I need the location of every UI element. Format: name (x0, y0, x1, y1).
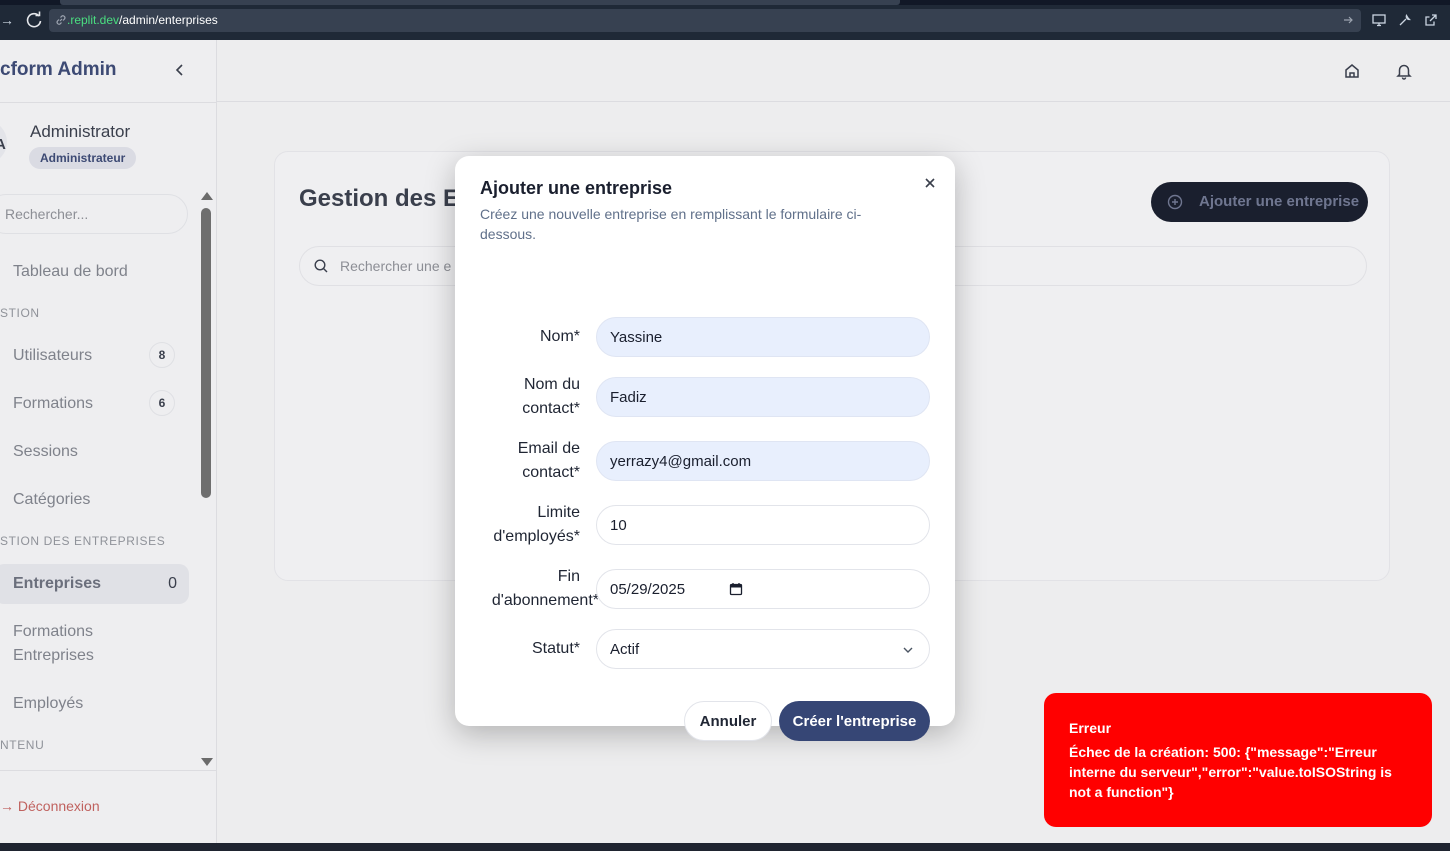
open-external-icon[interactable] (1423, 12, 1439, 28)
contact-email-value: yerrazy4@gmail.com (610, 453, 752, 470)
logout-arrow-icon: → (0, 798, 18, 814)
sidebar-item-sessions[interactable]: Sessions (13, 442, 78, 462)
contact-name-field[interactable]: Fadiz (596, 377, 930, 417)
contact-email-label-line2: contact* (522, 464, 580, 481)
cancel-button[interactable]: Annuler (684, 701, 772, 741)
sidebar-search-input[interactable] (5, 195, 175, 233)
url-text: .replit.dev/admin/enterprises (67, 13, 218, 28)
add-enterprise-dialog: Ajouter une entreprise Créez une nouvell… (455, 156, 955, 741)
employee-limit-label-line1: Limite (537, 504, 580, 521)
status-value: Actif (610, 641, 640, 658)
collapse-sidebar-icon[interactable] (172, 62, 188, 78)
close-icon[interactable] (921, 174, 939, 192)
user-role-badge: Administrateur (29, 147, 137, 169)
sidebar-item-entreprises[interactable]: Entreprises 0 (0, 564, 189, 604)
employee-limit-field[interactable]: 10 (596, 505, 930, 545)
chevron-down-icon (903, 647, 913, 653)
nom-label: Nom* (539, 328, 580, 345)
subscription-end-label: Fin d'abonnement* (455, 565, 599, 613)
reload-icon[interactable] (24, 10, 44, 30)
logout-label: Déconnexion (17, 798, 100, 814)
status-label: Statut* (531, 640, 580, 657)
employee-limit-label-line2: d'employés* (493, 528, 580, 545)
contact-email-label: Email de contact* (455, 437, 580, 485)
subscription-end-label-line2: d'abonnement* (491, 592, 599, 609)
sidebar: cform Admin A Administrator Administrate… (0, 40, 217, 843)
scroll-down-arrow-icon[interactable] (201, 758, 213, 766)
address-bar[interactable]: .replit.dev/admin/enterprises (49, 9, 1361, 32)
sidebar-section-entreprises: STION DES ENTREPRISES (0, 534, 166, 548)
nom-field[interactable]: Yassine (596, 317, 930, 357)
logout-link[interactable]: → Déconnexion (0, 798, 100, 814)
url-domain: .replit.dev (67, 13, 120, 27)
contact-name-label: Nom du contact* (455, 373, 580, 421)
plus-circle-icon (1167, 194, 1183, 210)
sidebar-item-users[interactable]: Utilisateurs (13, 346, 92, 366)
svg-text:A: A (0, 136, 6, 153)
sidebar-item-dashboard[interactable]: Tableau de bord (13, 262, 128, 282)
dialog-title: Ajouter une entreprise (480, 178, 673, 198)
sidebar-item-formations[interactable]: Formations (13, 394, 93, 414)
employee-limit-label: Limite d'employés* (455, 501, 580, 549)
add-enterprise-label: Ajouter une entreprise (1199, 193, 1360, 210)
active-tab[interactable] (60, 0, 900, 5)
topbar (217, 40, 1450, 102)
dialog-description: Créez une nouvelle entreprise en remplis… (480, 206, 862, 242)
page-title: Gestion des E (299, 185, 460, 212)
entreprises-count: 0 (168, 575, 177, 592)
avatar: A (0, 125, 7, 159)
employee-limit-value: 10 (610, 517, 627, 534)
app-root: cform Admin A Administrator Administrate… (0, 40, 1450, 843)
taskbar-strip (0, 843, 1450, 851)
scroll-up-arrow-icon[interactable] (201, 192, 213, 200)
home-icon[interactable] (1343, 62, 1361, 80)
calendar-icon[interactable] (729, 582, 743, 596)
users-count-badge: 8 (149, 342, 175, 368)
sidebar-item-employes[interactable]: Employés (13, 694, 83, 714)
brand-title: cform Admin (0, 59, 117, 80)
subscription-end-value: 05/29/2025 (610, 581, 686, 598)
contact-email-field[interactable]: yerrazy4@gmail.com (596, 441, 930, 481)
sidebar-section-gestion: STION (0, 306, 40, 320)
sidebar-search[interactable] (0, 194, 188, 234)
sidebar-divider (0, 102, 217, 103)
nom-value: Yassine (610, 329, 663, 346)
browser-toolbar: → .replit.dev/admin/enterprises (0, 0, 1450, 40)
subscription-end-field[interactable]: 05/29/2025 (596, 569, 930, 609)
scroll-thumb[interactable] (201, 208, 211, 498)
search-icon (314, 259, 328, 273)
create-enterprise-button[interactable]: Créer l'entreprise (779, 701, 930, 741)
sidebar-scrollbar[interactable] (201, 192, 213, 770)
sidebar-footer-divider (0, 770, 217, 771)
sidebar-section-contenu: NTENU (0, 738, 45, 752)
sidebar-item-formations-entreprises-line1: Formations (13, 623, 94, 640)
contact-name-label-line2: contact* (522, 400, 580, 417)
contact-name-label-line1: Nom du (523, 376, 580, 393)
wrench-icon[interactable] (1397, 12, 1413, 28)
toast-title: Erreur (1069, 720, 1112, 736)
url-path: /admin/enterprises (119, 13, 218, 27)
sidebar-item-formations-entreprises[interactable]: Formations Entreprises (13, 622, 94, 666)
add-enterprise-button[interactable]: Ajouter une entreprise (1151, 182, 1368, 222)
go-arrow-icon[interactable] (1341, 13, 1355, 27)
contact-email-label-line1: Email de (517, 440, 580, 457)
sidebar-item-categories[interactable]: Catégories (13, 490, 90, 510)
formations-count-badge: 6 (149, 390, 175, 416)
user-name: Administrator (30, 122, 131, 141)
device-preview-icon[interactable] (1371, 12, 1387, 28)
subscription-end-label-line1: Fin (557, 568, 580, 585)
sidebar-item-entreprises-label: Entreprises (13, 575, 102, 592)
contact-name-value: Fadiz (610, 389, 647, 406)
toast-message: Échec de la création: 500: {"message":"E… (1069, 744, 1392, 800)
bell-icon[interactable] (1395, 62, 1413, 80)
forward-arrow-icon[interactable]: → (0, 11, 14, 29)
error-toast[interactable]: Erreur Échec de la création: 500: {"mess… (1044, 693, 1432, 827)
link-icon (56, 15, 66, 25)
status-select[interactable]: Actif (596, 629, 930, 669)
sidebar-item-formations-entreprises-line2: Entreprises (13, 647, 94, 664)
